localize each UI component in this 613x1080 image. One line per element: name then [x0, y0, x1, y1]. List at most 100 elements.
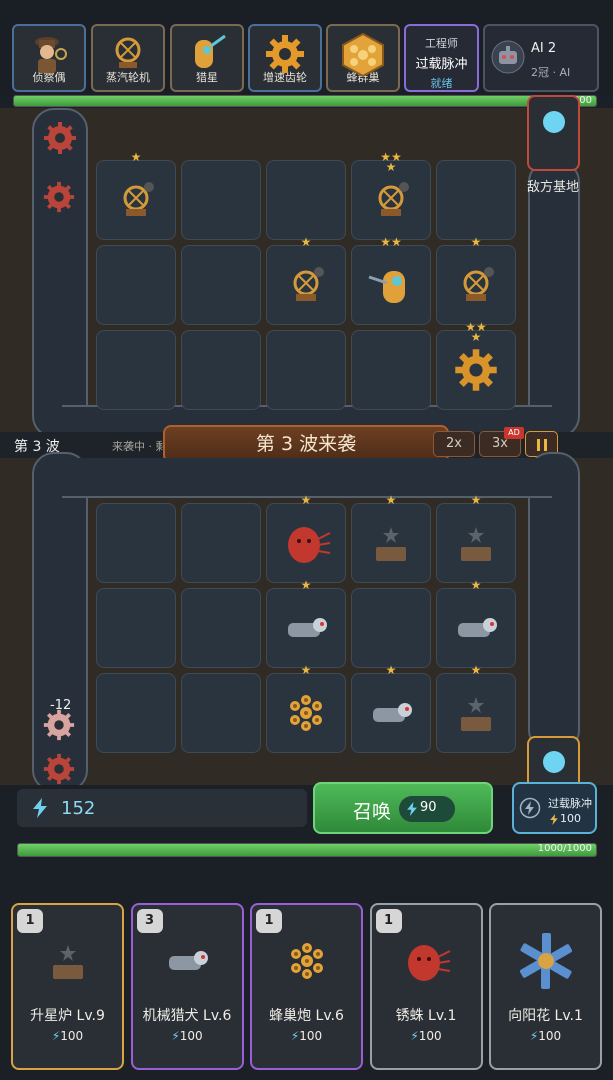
grid-cell-empty[interactable] [96, 588, 176, 668]
steam-turbine-icon [284, 263, 328, 311]
grid-cell-occupied[interactable]: ★ [266, 494, 346, 583]
grid-cell-empty[interactable] [96, 245, 176, 325]
grid-cell-empty[interactable] [181, 160, 261, 240]
grid-cell-occupied[interactable]: ★ [436, 664, 516, 753]
unit-card[interactable]: 1 蜂巢炮 Lv.6 ⚡100 [250, 903, 363, 1070]
grid-cell-occupied[interactable]: ★ [436, 236, 516, 325]
grid-cell-occupied[interactable]: ★ [436, 494, 516, 583]
grid-cell-empty[interactable] [181, 503, 261, 583]
grid-cell-empty[interactable] [266, 160, 346, 240]
mech-hound-icon [284, 613, 328, 647]
star-rank-icon: ★ [130, 150, 142, 164]
ad-badge: AD [504, 427, 524, 439]
star-rank-icon: ★★ ★ [380, 150, 402, 174]
unit-card[interactable]: 1 锈蛛 Lv.1 ⚡100 [369, 903, 483, 1070]
engineer-panel[interactable]: 工程师 过载脉冲 就绪 [404, 24, 479, 92]
grid-cell-occupied[interactable]: ★ [436, 579, 516, 668]
unit-tab-star-hunter[interactable]: 猎星 [170, 24, 244, 92]
energy-value: 152 [61, 798, 96, 819]
grid-cell-empty[interactable] [181, 245, 261, 325]
base-core-icon [543, 751, 565, 773]
grid-cell-occupied[interactable]: ★★ ★ [351, 151, 431, 240]
star-rank-icon: ★ [470, 663, 482, 677]
sunflower-icon [514, 929, 578, 997]
unit-card[interactable]: 1 升星炉 Lv.9 ⚡100 [11, 903, 124, 1070]
steam-turbine-icon [369, 178, 413, 226]
grid-cell-empty[interactable] [351, 588, 431, 668]
grid-cell-occupied[interactable]: ★ [266, 664, 346, 753]
gear-icon [452, 346, 500, 398]
unit-tab-speed-gear[interactable]: 增速齿轮 [248, 24, 322, 92]
card-cost: ⚡100 [372, 1029, 481, 1043]
unit-tab-scout[interactable]: 侦察偶 [12, 24, 86, 92]
unit-tab-steam-turbine[interactable]: 蒸汽轮机 [91, 24, 165, 92]
steam-turbine-icon [114, 178, 158, 226]
grid-cell-empty[interactable] [96, 673, 176, 753]
grid-cell-occupied[interactable]: ★ [351, 494, 431, 583]
opponent-panel: AI 2 2冠 · AI [483, 24, 599, 92]
enemy-right-track [528, 160, 580, 438]
lightning-icon: ⚡ [529, 1029, 539, 1043]
grid-cell-occupied[interactable]: ★ [351, 664, 431, 753]
rust-gear-creep-icon [43, 753, 75, 785]
pause-icon [537, 439, 547, 451]
card-cost: ⚡100 [13, 1029, 122, 1043]
lightning-icon: ⚡ [51, 1029, 61, 1043]
scout-doll-icon [35, 37, 67, 73]
unit-tab-swarm-hive[interactable]: 蜂群巢 [326, 24, 400, 92]
opponent-name: AI 2 [531, 41, 557, 56]
engineer-skill: 过载脉冲 [415, 57, 468, 72]
overload-pulse-button[interactable]: 过载脉冲 100 [512, 782, 597, 834]
grid-cell-occupied[interactable]: ★ [266, 579, 346, 668]
opponent-sub: 2冠 · AI [531, 66, 571, 79]
card-cost-value: 100 [418, 1029, 442, 1043]
star-rank-icon: ★ [300, 235, 312, 249]
card-cost: ⚡100 [252, 1029, 361, 1043]
grid-cell-occupied[interactable]: ★ [266, 236, 346, 325]
enemy-left-track [32, 108, 88, 438]
grid-cell-empty[interactable] [266, 330, 346, 410]
energy-display: 152 [17, 789, 307, 827]
unit-card[interactable]: 3 机械猎犬 Lv.6 ⚡100 [130, 903, 244, 1070]
enemy-hp-fill [14, 96, 596, 106]
card-cost-value: 100 [179, 1029, 203, 1043]
summon-button[interactable]: 召唤 90 [313, 782, 493, 834]
star-rank-icon: ★ [470, 578, 482, 592]
lightning-icon [33, 798, 47, 818]
unit-card[interactable]: 向阳花 Lv.1 ⚡100 [489, 903, 602, 1070]
hive-cannon-icon [285, 939, 329, 987]
card-name: 升星炉 Lv.9 [30, 1008, 105, 1024]
star-hunter-icon [195, 34, 226, 68]
enemy-hp-bar: 1000/1000 [13, 95, 597, 107]
grid-cell-empty[interactable] [96, 503, 176, 583]
card-cost-value: 100 [538, 1029, 562, 1043]
overload-label: 过载脉冲 [548, 797, 592, 810]
summon-cost-pill: 90 [399, 796, 455, 822]
speed-2x-button[interactable]: 2x [433, 431, 475, 457]
grid-cell-empty[interactable] [181, 673, 261, 753]
grid-cell-occupied[interactable]: ★★ [351, 236, 431, 325]
grid-cell-empty[interactable] [181, 588, 261, 668]
card-cost-value: 100 [60, 1029, 84, 1043]
grid-cell-occupied[interactable]: ★★ ★ [436, 321, 516, 410]
star-rank-icon: ★★ [380, 235, 402, 249]
grid-cell-occupied[interactable]: ★ [96, 151, 176, 240]
grid-cell-empty[interactable] [351, 330, 431, 410]
star-furnace-icon [456, 523, 496, 567]
star-rank-icon: ★ [385, 493, 397, 507]
rust-spider-icon [280, 519, 332, 571]
star-rank-icon: ★ [385, 663, 397, 677]
rust-gear-creep-icon [43, 181, 75, 213]
card-cost-value: 100 [299, 1029, 323, 1043]
card-name: 机械猎犬 Lv.6 [142, 1008, 232, 1024]
rust-gear-creep-icon [43, 709, 75, 741]
player-hp-text: 1000/1000 [537, 843, 592, 854]
grid-cell-empty[interactable] [96, 330, 176, 410]
star-hunter-icon [367, 261, 415, 313]
grid-cell-empty[interactable] [181, 330, 261, 410]
card-name: 蜂巢炮 Lv.6 [269, 1008, 344, 1024]
summon-cost: 90 [420, 800, 437, 815]
star-rank-icon: ★ [470, 493, 482, 507]
grid-cell-empty[interactable] [436, 160, 516, 240]
star-furnace-icon [48, 941, 88, 985]
